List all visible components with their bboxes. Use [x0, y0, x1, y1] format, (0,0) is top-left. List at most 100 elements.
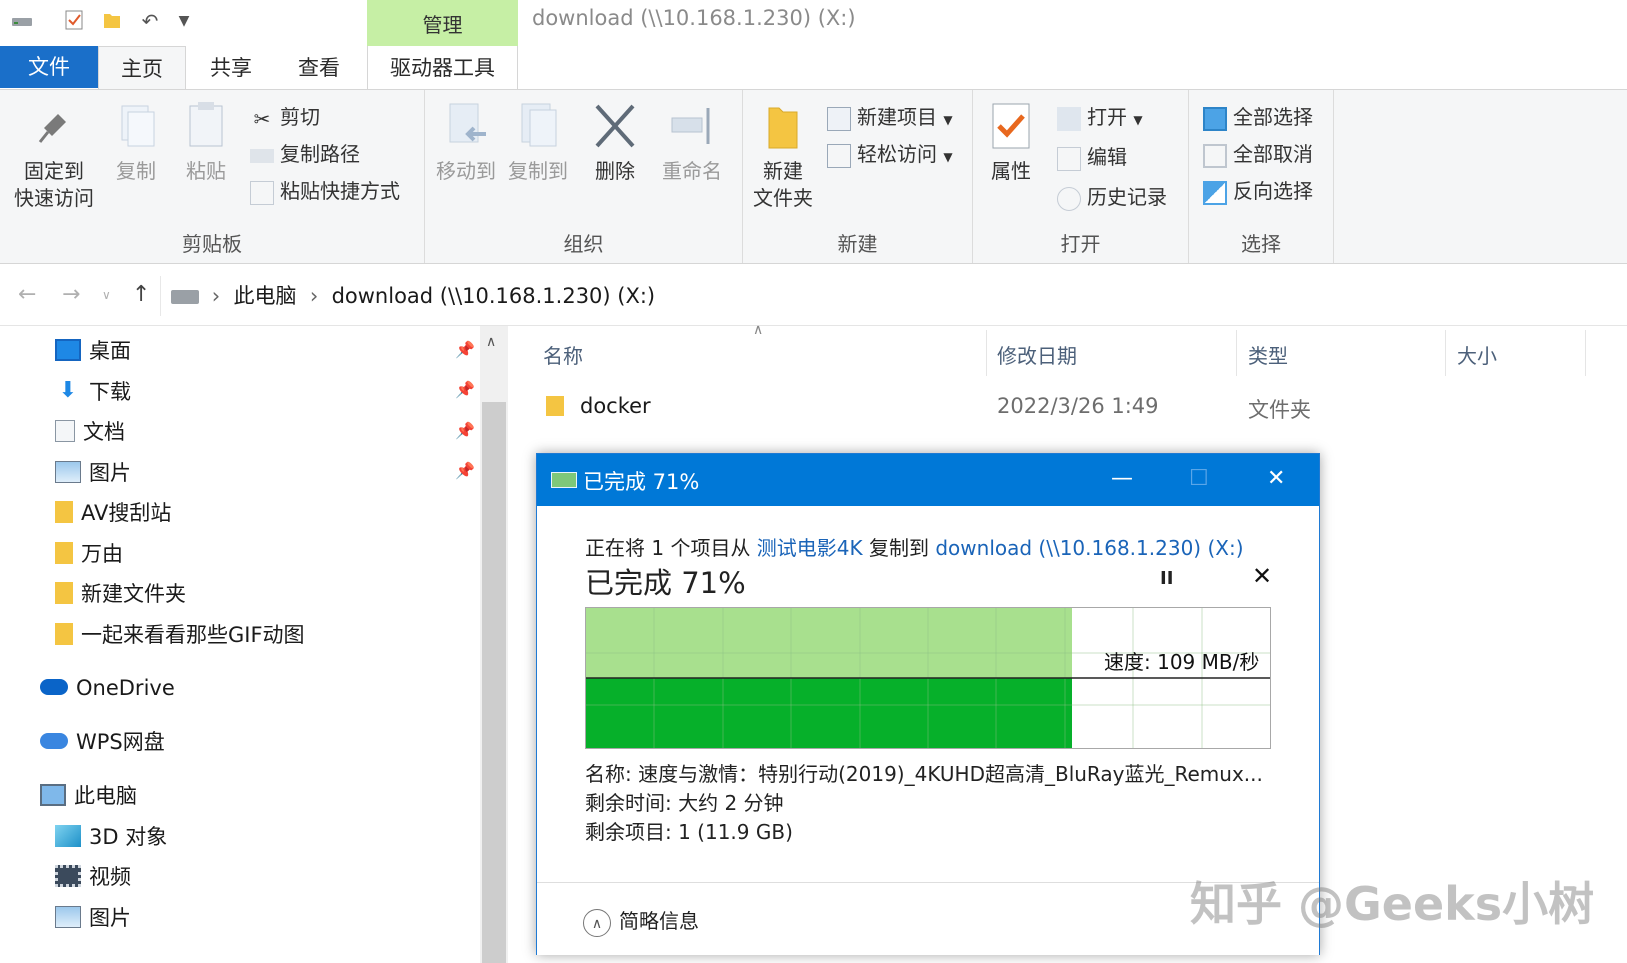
nav-item-pictures[interactable]: 图片 — [55, 455, 131, 491]
organize-group-label: 组织 — [563, 232, 604, 256]
column-header-name[interactable]: 名称 — [543, 340, 583, 369]
forward-arrow-icon[interactable]: → — [62, 278, 80, 312]
paste-label: 粘贴 — [186, 159, 226, 183]
maximize-icon: ☐ — [1189, 466, 1209, 491]
new-folder-button[interactable]: 新建 文件夹 — [747, 98, 819, 212]
nav-item-folder-2[interactable]: 万由 — [55, 536, 123, 572]
nav-item-folder-4[interactable]: 一起来看看那些GIF动图 — [55, 617, 305, 653]
easy-access-label: 轻松访问 — [857, 142, 937, 166]
nav-item-3d-objects[interactable]: 3D 对象 — [55, 819, 167, 855]
sort-ascending-icon: ∧ — [753, 322, 764, 338]
nav-label: AV搜刮站 — [81, 501, 172, 525]
back-arrow-icon[interactable]: ← — [18, 278, 36, 312]
open-button[interactable]: 打开 ▼ — [1057, 100, 1143, 134]
destination-link[interactable]: download (\\10.168.1.230) (X:) — [935, 536, 1243, 560]
nav-label: 此电脑 — [74, 784, 137, 808]
pin-icon[interactable]: 📌 — [455, 461, 475, 480]
move-to-button[interactable]: 移动到 — [433, 98, 499, 185]
tab-file[interactable]: 文件 — [0, 46, 98, 88]
customize-dropdown-icon[interactable]: ▼ — [172, 8, 196, 34]
close-icon[interactable]: ✕ — [1267, 464, 1285, 494]
column-header-size[interactable]: 大小 — [1457, 340, 1497, 369]
select-none-label: 全部取消 — [1233, 142, 1313, 166]
undo-icon[interactable]: ↶ — [138, 8, 162, 34]
tab-share[interactable]: 共享 — [196, 46, 266, 90]
easy-access-dropdown-icon: ▼ — [943, 150, 953, 164]
download-arrow-icon: ⬇ — [58, 378, 78, 403]
select-none-button[interactable]: 全部取消 — [1203, 137, 1313, 171]
tab-view[interactable]: 查看 — [284, 46, 354, 90]
pin-to-quick-access-button[interactable]: 固定到 快速访问 — [8, 98, 100, 212]
fewer-details-button[interactable]: ∧ 简略信息 — [583, 905, 699, 937]
paste-shortcut-button[interactable]: 粘贴快捷方式 — [250, 174, 400, 208]
nav-scrollbar-thumb[interactable] — [482, 402, 506, 963]
invert-selection-icon — [1203, 180, 1227, 205]
column-header-type[interactable]: 类型 — [1248, 340, 1288, 369]
pin-icon[interactable]: 📌 — [455, 380, 475, 399]
nav-item-folder-1[interactable]: AV搜刮站 — [55, 495, 171, 531]
minimize-icon[interactable]: — — [1111, 464, 1133, 494]
items-remaining-line: 剩余项目: 1 (11.9 GB) — [585, 820, 793, 844]
properties-checkbox-icon[interactable] — [62, 8, 86, 34]
history-button[interactable]: 历史记录 — [1057, 180, 1167, 214]
scissors-icon: ✂ — [253, 106, 271, 131]
nav-item-documents[interactable]: 文档 — [55, 414, 125, 450]
paste-icon — [189, 102, 223, 147]
nav-item-videos[interactable]: 视频 — [55, 859, 131, 895]
scroll-up-icon[interactable]: ∧ — [486, 334, 496, 350]
address-bar[interactable]: › 此电脑 › download (\\10.168.1.230) (X:) — [160, 276, 1620, 316]
edit-button[interactable]: 编辑 — [1057, 140, 1127, 174]
column-divider[interactable] — [1445, 330, 1446, 376]
easy-access-button[interactable]: 轻松访问 ▼ — [827, 137, 953, 171]
properties-button[interactable]: 属性 — [981, 98, 1041, 185]
nav-item-wps[interactable]: WPS网盘 — [40, 724, 165, 760]
paste-button[interactable]: 粘贴 — [178, 98, 234, 185]
copy-path-button[interactable]: 复制路径 — [250, 137, 360, 171]
nav-item-onedrive[interactable]: OneDrive — [40, 670, 175, 706]
ribbon: 固定到 快速访问 复制 粘贴 ✂ 剪切 复制路径 粘贴快捷方式 剪贴板 移动到 复… — [0, 89, 1627, 264]
pause-icon[interactable]: II — [1160, 568, 1173, 589]
select-all-icon — [1203, 106, 1227, 131]
new-item-button[interactable]: 新建项目 ▼ — [827, 100, 953, 134]
file-name: docker — [580, 394, 651, 418]
column-header-modified[interactable]: 修改日期 — [997, 340, 1077, 369]
nav-item-desktop[interactable]: 桌面 — [55, 333, 131, 369]
tab-home[interactable]: 主页 — [98, 46, 186, 90]
cancel-x-icon[interactable]: ✕ — [1252, 562, 1272, 590]
source-link[interactable]: 测试电影4K — [757, 536, 863, 560]
new-folder-icon — [768, 107, 798, 149]
delete-button[interactable]: 删除 — [587, 98, 643, 185]
speed-graph-canvas — [586, 608, 1270, 748]
rename-button[interactable]: 重命名 — [659, 98, 725, 185]
cut-label: 剪切 — [280, 105, 320, 129]
folder-icon — [55, 623, 73, 645]
select-none-icon — [1203, 143, 1227, 168]
pin-icon[interactable]: 📌 — [455, 340, 475, 359]
dialog-titlebar[interactable]: 已完成 71% — ☐ ✕ — [537, 454, 1319, 506]
copy-to-button[interactable]: 复制到 — [505, 98, 571, 185]
invert-selection-button[interactable]: 反向选择 — [1203, 174, 1313, 208]
pin-icon[interactable]: 📌 — [455, 421, 475, 440]
tab-drive-tools[interactable]: 驱动器工具 — [367, 46, 518, 90]
nav-item-pictures-pc[interactable]: 图片 — [55, 900, 131, 936]
copy-button[interactable]: 复制 — [108, 98, 164, 185]
column-divider[interactable] — [986, 330, 987, 376]
nav-item-this-pc[interactable]: 此电脑 — [40, 778, 137, 814]
graph-fill-bottom — [586, 678, 1072, 748]
nav-item-downloads[interactable]: ⬇ 下载 — [55, 374, 131, 410]
select-all-button[interactable]: 全部选择 — [1203, 100, 1313, 134]
breadcrumb-separator-icon: › — [309, 284, 319, 308]
recent-locations-chevron-icon[interactable]: ∨ — [102, 278, 111, 312]
breadcrumb-current[interactable]: download (\\10.168.1.230) (X:) — [332, 284, 656, 308]
breadcrumb-this-pc[interactable]: 此电脑 — [233, 284, 296, 308]
manage-context-tab[interactable]: 管理 — [367, 0, 518, 46]
cube-3d-icon — [55, 825, 81, 847]
column-divider[interactable] — [1585, 330, 1586, 376]
cut-button[interactable]: ✂ 剪切 — [250, 100, 320, 134]
column-divider[interactable] — [1236, 330, 1237, 376]
new-folder-quick-icon[interactable] — [100, 8, 124, 34]
nav-item-folder-3[interactable]: 新建文件夹 — [55, 576, 186, 612]
folder-icon — [546, 396, 564, 416]
up-arrow-icon[interactable]: ↑ — [132, 278, 150, 312]
folder-icon — [55, 501, 73, 523]
